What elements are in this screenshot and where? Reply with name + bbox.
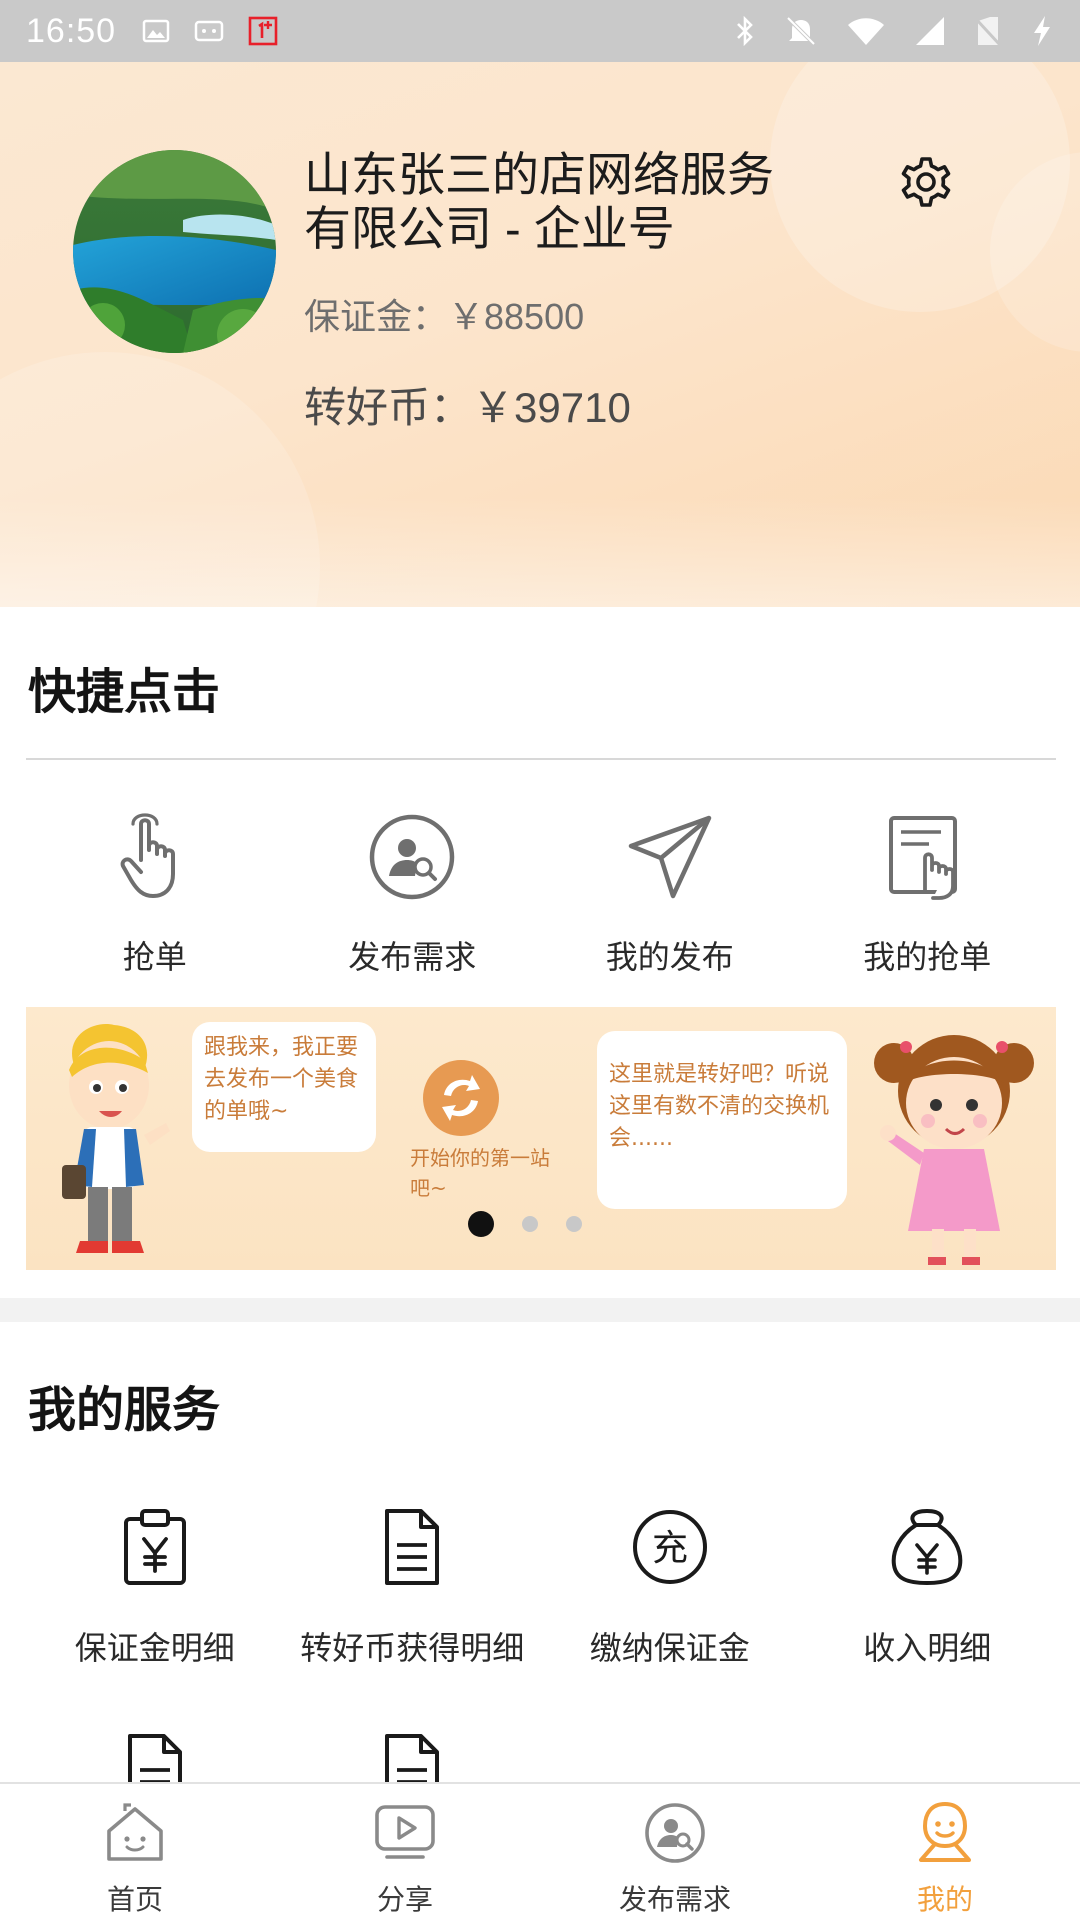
nav-item-publish-demand[interactable]: 发布需求 xyxy=(540,1784,810,1920)
header-fade xyxy=(0,497,1080,607)
status-notification-icons xyxy=(142,16,278,46)
bell-off-icon xyxy=(786,16,816,46)
nav-label: 发布需求 xyxy=(618,1884,731,1915)
coin-label: 转好币： xyxy=(304,384,473,431)
banner-bubble-left: 跟我来，我正要去发布一个美食的单哦~ xyxy=(192,1022,376,1152)
service-coin-details[interactable]: 转好币获得明细 xyxy=(284,1505,542,1669)
battery-charging-icon xyxy=(1034,16,1050,46)
company-name: 山东张三的店网络服务有限公司 - 企业号 xyxy=(304,148,774,255)
service-label: 收入明细 xyxy=(863,1630,992,1666)
nav-item-home[interactable]: 首页 xyxy=(0,1784,270,1920)
deposit-label: 保证金： xyxy=(304,296,449,337)
paper-plane-icon xyxy=(625,810,715,904)
nav-label: 首页 xyxy=(106,1884,163,1915)
profile-header: 山东张三的店网络服务有限公司 - 企业号 保证金：￥88500 转好币：￥397… xyxy=(0,62,1080,607)
deposit-value: ￥88500 xyxy=(448,296,585,337)
hand-pointer-icon xyxy=(115,810,195,904)
service-pay-deposit[interactable]: 充 缴纳保证金 xyxy=(541,1505,799,1669)
oneplus-icon xyxy=(248,16,278,46)
services-title: 我的服务 xyxy=(28,1384,221,1437)
no-sim-icon xyxy=(974,17,1002,47)
services-grid: 保证金明细 转好币获得明细 充 缴纳保证金 收入明细 xyxy=(26,1505,1056,1669)
service-label: 转好币获得明细 xyxy=(300,1630,525,1666)
status-time: 16:50 xyxy=(26,11,117,50)
document-hand-icon xyxy=(885,810,969,904)
service-deposit-details[interactable]: 保证金明细 xyxy=(26,1505,284,1669)
publish-search-icon xyxy=(643,1794,707,1872)
status-system-icons xyxy=(734,14,1054,48)
quick-action-my-publish[interactable]: 我的发布 xyxy=(541,810,799,978)
document-icon xyxy=(381,1505,443,1589)
nav-item-share[interactable]: 分享 xyxy=(270,1784,540,1920)
quick-action-label: 我的抢单 xyxy=(863,939,992,975)
quick-action-grab-order[interactable]: 抢单 xyxy=(26,810,284,978)
play-icon xyxy=(373,1794,437,1872)
gallery-icon xyxy=(142,19,170,43)
nav-label: 我的 xyxy=(916,1884,973,1915)
deposit-balance: 保证金：￥88500 xyxy=(304,288,584,340)
banner-pagination xyxy=(468,1211,582,1237)
section-separator xyxy=(0,1298,1080,1322)
coin-balance: 转好币：￥39710 xyxy=(304,374,631,435)
banner-center-text: 开始你的第一站吧~ xyxy=(410,1146,550,1200)
signal-icon xyxy=(916,17,944,45)
wifi-icon xyxy=(848,18,884,45)
publish-search-icon xyxy=(367,810,457,904)
quick-actions-grid: 抢单 发布需求 我的发布 我的抢单 xyxy=(26,810,1056,978)
coin-value: ￥39710 xyxy=(472,384,631,431)
nav-label: 分享 xyxy=(376,1884,433,1915)
avatar[interactable] xyxy=(73,150,276,353)
service-label: 缴纳保证金 xyxy=(589,1630,750,1666)
pagination-dot[interactable] xyxy=(522,1216,538,1232)
boy-illustration xyxy=(62,1024,170,1253)
pagination-dot-active[interactable] xyxy=(468,1211,494,1237)
quick-actions-title: 快捷点击 xyxy=(28,666,221,719)
quick-action-publish-demand[interactable]: 发布需求 xyxy=(284,810,542,978)
quick-action-my-orders[interactable]: 我的抢单 xyxy=(799,810,1057,978)
gear-icon[interactable] xyxy=(894,150,958,214)
pagination-dot[interactable] xyxy=(566,1216,582,1232)
promo-banner[interactable]: 跟我来，我正要去发布一个美食的单哦~ 开始你的第一站吧~ 这里就是转好吧？听说这… xyxy=(26,1007,1056,1270)
voicemail-icon xyxy=(194,20,224,42)
svg-text:充: 充 xyxy=(652,1528,688,1569)
deposit-clipboard-icon xyxy=(120,1505,190,1589)
quick-action-label: 抢单 xyxy=(122,939,187,975)
quick-action-label: 我的发布 xyxy=(605,939,734,975)
service-income-details[interactable]: 收入明细 xyxy=(799,1505,1057,1669)
banner-bubble-right: 这里就是转好吧？听说这里有数不清的交换机会...... xyxy=(597,1031,847,1209)
bluetooth-icon xyxy=(737,15,753,47)
service-label: 保证金明细 xyxy=(74,1630,235,1666)
home-icon xyxy=(103,1794,167,1872)
recharge-icon: 充 xyxy=(630,1505,710,1589)
user-icon xyxy=(913,1794,977,1872)
refresh-icon xyxy=(423,1060,499,1136)
money-bag-icon xyxy=(888,1505,966,1589)
nav-item-mine[interactable]: 我的 xyxy=(810,1784,1080,1920)
divider xyxy=(26,758,1056,760)
status-bar: 16:50 xyxy=(0,0,1080,62)
bottom-navigation: 首页 分享 发布需求 我的 xyxy=(0,1782,1080,1920)
girl-illustration xyxy=(874,1035,1034,1265)
quick-action-label: 发布需求 xyxy=(348,939,477,975)
